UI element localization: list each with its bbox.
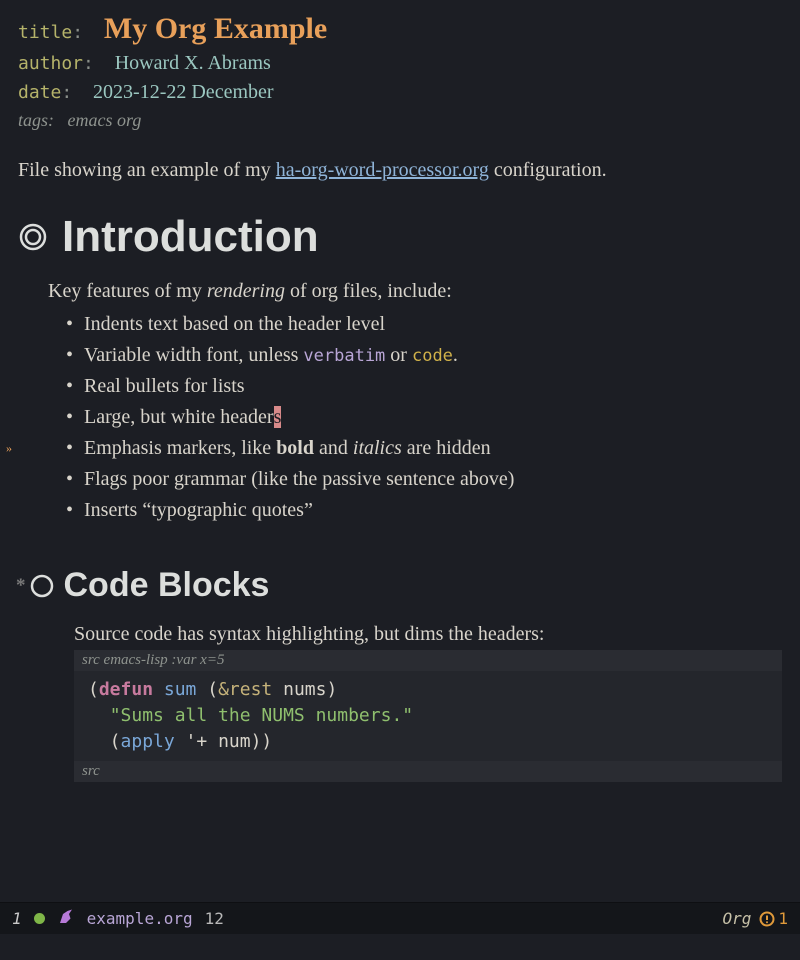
meta-author: author: Howard X. Abrams — [18, 52, 782, 75]
modeline-major-mode[interactable]: Org — [722, 909, 751, 928]
list-item: Variable width font, unless verbatim or … — [66, 340, 782, 371]
modified-indicator-icon — [34, 913, 45, 924]
meta-key-tags: tags: — [18, 110, 54, 130]
meta-tags: tags: emacs org — [18, 110, 782, 131]
meta-title: title: My Org Example — [18, 12, 782, 46]
meta-date: date: 2023-12-22 December — [18, 81, 782, 104]
src-block-body[interactable]: (defun sum (&rest nums) "Sums all the NU… — [74, 671, 782, 761]
editor-buffer[interactable]: title: My Org Example author: Howard X. … — [0, 0, 800, 902]
bold-text: bold — [276, 437, 314, 459]
features-lead: Key features of my rendering of org file… — [48, 280, 782, 303]
list-item: Flags poor grammar (like the passive sen… — [66, 464, 782, 495]
intro-paragraph: File showing an example of my ha-org-wor… — [18, 157, 782, 184]
heading-star: * — [16, 575, 26, 597]
meta-key-author: author — [18, 53, 83, 74]
section-code-blocks: Source code has syntax highlighting, but… — [74, 623, 782, 782]
text-cursor: s — [274, 406, 282, 428]
heading-bullet-icon — [18, 222, 48, 252]
doc-date: 2023-12-22 December — [93, 81, 274, 103]
modeline-window-number: 1 — [12, 909, 22, 928]
modeline-flycheck-warning[interactable]: 1 — [759, 909, 788, 928]
modeline-line-number: 12 — [205, 909, 224, 928]
code-description: Source code has syntax highlighting, but… — [74, 623, 782, 646]
src-block-header: src emacs-lisp :var x=5 — [74, 650, 782, 671]
heading-code-blocks[interactable]: * Code Blocks — [16, 566, 782, 605]
fringe-arrow-icon: » — [6, 439, 12, 458]
doc-author: Howard X. Abrams — [115, 52, 271, 74]
heading-introduction[interactable]: Introduction — [18, 212, 782, 262]
italic-text: italics — [353, 437, 402, 459]
code-text: code — [412, 346, 453, 366]
modeline-filename[interactable]: example.org — [87, 909, 193, 928]
warning-icon — [759, 911, 775, 927]
minibuffer[interactable] — [0, 934, 800, 960]
verbatim-text: verbatim — [303, 346, 385, 366]
list-item: » Emphasis markers, like bold and italic… — [66, 433, 782, 464]
src-block-footer: src — [74, 761, 782, 782]
doc-title: My Org Example — [104, 12, 327, 45]
section-introduction: Key features of my rendering of org file… — [48, 280, 782, 526]
meta-key-title: title — [18, 22, 72, 43]
doc-tags: emacs org — [68, 110, 142, 130]
config-link[interactable]: ha-org-word-processor.org — [276, 159, 489, 181]
list-item: Large, but white headers — [66, 402, 782, 433]
features-list: Indents text based on the header level V… — [48, 309, 782, 526]
unicorn-icon — [57, 908, 75, 930]
meta-key-date: date — [18, 82, 61, 103]
heading-text: Introduction — [62, 212, 319, 262]
list-item: Real bullets for lists — [66, 371, 782, 402]
modeline[interactable]: 1 example.org 12 Org 1 — [0, 902, 800, 934]
list-item: Inserts “typographic quotes” — [66, 495, 782, 526]
heading-text: Code Blocks — [64, 566, 270, 605]
list-item: Indents text based on the header level — [66, 309, 782, 340]
heading-bullet-icon — [30, 574, 54, 598]
